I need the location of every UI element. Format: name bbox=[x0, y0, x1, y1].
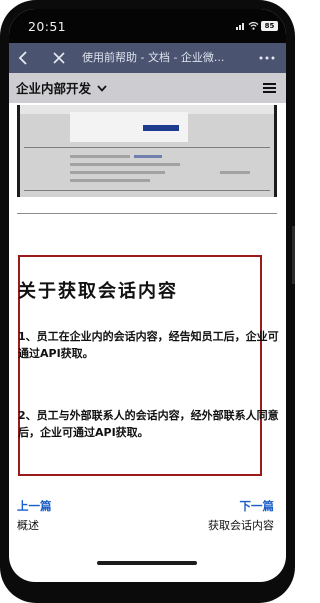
phone-frame: 20:51 85 使用前帮助 - 文档 - 企业微... 企业内部开发 关于获取… bbox=[0, 0, 295, 603]
nav-bar: 使用前帮助 - 文档 - 企业微... bbox=[9, 43, 286, 73]
page-title: 使用前帮助 - 文档 - 企业微... bbox=[82, 51, 225, 64]
battery-icon: 85 bbox=[261, 21, 278, 31]
side-button bbox=[292, 226, 295, 284]
status-time: 20:51 bbox=[28, 19, 67, 34]
wifi-icon bbox=[248, 21, 259, 30]
image-text-line bbox=[70, 179, 150, 182]
image-text-line bbox=[70, 155, 130, 158]
hamburger-icon[interactable] bbox=[262, 83, 276, 93]
home-indicator[interactable] bbox=[97, 561, 197, 565]
image-button-shape bbox=[143, 125, 179, 131]
next-label[interactable]: 下一篇 bbox=[208, 498, 275, 515]
close-icon[interactable] bbox=[53, 52, 65, 64]
section-header: 企业内部开发 bbox=[9, 73, 286, 103]
chevron-down-icon[interactable] bbox=[97, 84, 107, 92]
image-text-line bbox=[70, 171, 165, 174]
image-text-line bbox=[134, 155, 162, 158]
prev-label[interactable]: 上一篇 bbox=[17, 498, 52, 515]
chevron-left-icon[interactable] bbox=[18, 51, 28, 65]
image-text-line bbox=[70, 163, 180, 166]
image-text-line bbox=[220, 171, 250, 174]
more-icon[interactable] bbox=[259, 56, 275, 60]
article-paragraph: 1、员工在企业内的会话内容，经告知员工后，企业可通过API获取。 bbox=[18, 330, 279, 360]
section-title[interactable]: 企业内部开发 bbox=[16, 81, 91, 96]
signal-icon bbox=[236, 23, 244, 30]
article-image bbox=[17, 105, 277, 197]
more-button[interactable] bbox=[256, 43, 278, 73]
next-title[interactable]: 获取会话内容 bbox=[208, 517, 274, 534]
screen: 20:51 85 使用前帮助 - 文档 - 企业微... 企业内部开发 关于获取… bbox=[9, 9, 286, 582]
section-dropdown[interactable]: 企业内部开发 bbox=[16, 73, 107, 103]
menu-button[interactable] bbox=[261, 73, 277, 103]
content-divider bbox=[17, 213, 277, 214]
prev-article-link[interactable]: 上一篇 概述 bbox=[17, 498, 52, 534]
image-rule bbox=[24, 147, 270, 148]
image-rule bbox=[24, 190, 270, 191]
status-bar: 20:51 85 bbox=[9, 9, 286, 43]
article-paragraph: 2、员工与外部联系人的会话内容，经外部联系人同意后，企业可通过API获取。 bbox=[18, 409, 279, 439]
prev-title[interactable]: 概述 bbox=[17, 517, 52, 534]
article-heading: 关于获取会话内容 bbox=[18, 281, 178, 302]
back-button[interactable] bbox=[13, 43, 33, 73]
close-button[interactable] bbox=[49, 43, 69, 73]
next-article-link[interactable]: 下一篇 获取会话内容 bbox=[208, 498, 274, 534]
